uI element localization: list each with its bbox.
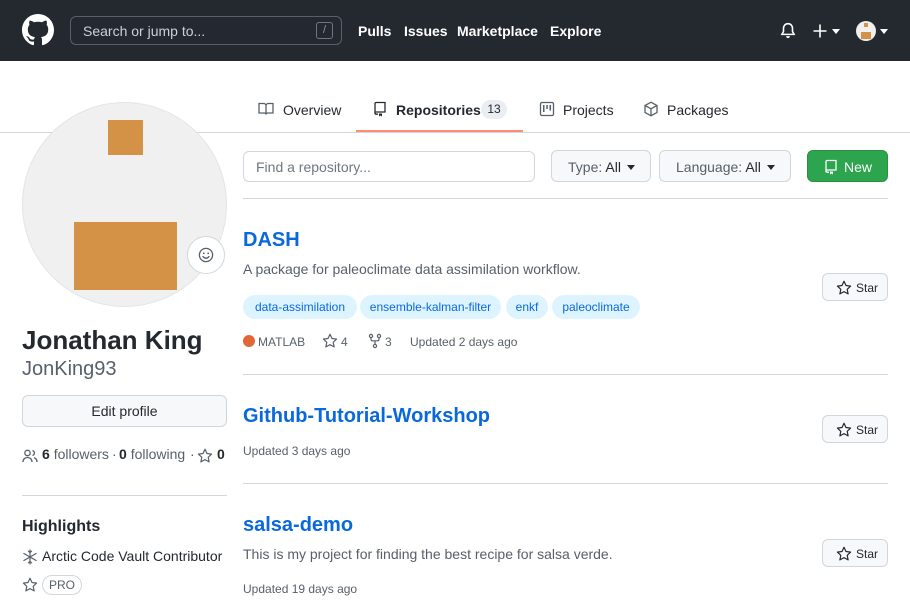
star-icon — [836, 546, 852, 561]
language-filter-key: Language: — [676, 159, 743, 175]
repo-updated: Updated 19 days ago — [243, 582, 358, 596]
list-divider — [243, 198, 888, 199]
follow-separator: · — [112, 446, 117, 462]
following-link[interactable]: 0 following — [119, 446, 185, 462]
tab-overview-label: Overview — [283, 102, 342, 118]
sidebar-divider — [22, 495, 227, 496]
followers-link[interactable]: 6 followers — [42, 446, 109, 462]
repo-stars-count[interactable]: 4 — [341, 335, 348, 349]
search-input[interactable]: Search or jump to... / — [70, 16, 342, 45]
bell-icon[interactable] — [779, 22, 797, 40]
star-icon[interactable] — [322, 333, 338, 349]
nav-pulls[interactable]: Pulls — [358, 23, 391, 39]
find-repository-placeholder: Find a repository... — [256, 159, 371, 175]
type-filter-dropdown[interactable]: Type: All — [551, 150, 651, 182]
tab-projects[interactable]: Projects — [539, 100, 614, 133]
search-placeholder: Search or jump to... — [83, 23, 206, 39]
avatar-pattern-block — [108, 120, 143, 155]
type-filter-label: Type: All — [568, 159, 621, 175]
star-button[interactable]: Star — [822, 539, 888, 567]
stars-count[interactable]: 0 — [217, 446, 225, 462]
star-button-label: Star — [856, 281, 879, 295]
people-icon — [22, 449, 38, 463]
tab-packages-label: Packages — [667, 102, 729, 118]
smiley-icon — [198, 247, 214, 263]
star-icon — [197, 448, 213, 463]
user-avatar[interactable] — [856, 21, 876, 41]
type-filter-key: Type: — [568, 159, 603, 175]
repo-forks-count[interactable]: 3 — [385, 335, 392, 349]
set-status-button[interactable] — [187, 236, 225, 274]
plus-icon[interactable] — [812, 23, 828, 39]
find-repository-input[interactable]: Find a repository... — [243, 151, 535, 182]
followers-count: 6 — [42, 446, 50, 462]
repo-name-link[interactable]: Github-Tutorial-Workshop — [243, 405, 490, 428]
repo-divider — [243, 483, 888, 484]
type-filter-value: All — [605, 159, 621, 175]
repo-divider — [243, 374, 888, 375]
avatar-pattern-block — [74, 222, 177, 290]
star-button[interactable]: Star — [822, 415, 888, 443]
repo-updated: Updated 2 days ago — [410, 335, 518, 349]
profile-username: JonKing93 — [22, 358, 117, 380]
repo-language: MATLAB — [258, 335, 306, 349]
repo-icon — [825, 159, 837, 175]
repo-updated: Updated 3 days ago — [243, 444, 351, 458]
star-button[interactable]: Star — [822, 273, 888, 301]
avatar-chevron-down-icon[interactable] — [880, 29, 888, 34]
following-count: 0 — [119, 446, 127, 462]
star-icon — [836, 422, 852, 437]
tab-projects-label: Projects — [563, 102, 614, 118]
language-color-dot — [243, 335, 255, 347]
top-header: Search or jump to... / Pulls Issues Mark… — [0, 0, 910, 61]
book-icon — [258, 102, 274, 115]
nav-marketplace[interactable]: Marketplace — [457, 23, 538, 39]
topic-tag[interactable]: paleoclimate — [552, 295, 640, 319]
followers-label: followers — [53, 446, 109, 462]
new-repository-button[interactable]: New — [807, 150, 888, 182]
language-filter-label: Language: All — [676, 159, 761, 175]
repositories-count-badge: 13 — [481, 100, 507, 119]
topic-tag[interactable]: ensemble-kalman-filter — [360, 295, 501, 319]
star-button-label: Star — [856, 547, 879, 561]
chevron-down-icon — [767, 165, 775, 170]
star-button-label: Star — [856, 423, 879, 437]
project-icon — [539, 101, 555, 117]
nav-explore[interactable]: Explore — [550, 23, 601, 39]
follow-separator: · — [190, 446, 195, 462]
search-shortcut-key: / — [316, 22, 333, 39]
topic-tag[interactable]: enkf — [506, 295, 548, 319]
tab-overview[interactable]: Overview — [258, 100, 343, 133]
snowflake-icon — [23, 549, 37, 565]
repo-icon — [374, 101, 386, 117]
language-filter-value: All — [745, 159, 761, 175]
profile-avatar[interactable] — [22, 102, 227, 307]
pro-badge: PRO — [42, 575, 82, 595]
tab-packages[interactable]: Packages — [643, 100, 729, 133]
repo-description: This is my project for finding the best … — [243, 546, 613, 562]
repo-name-link[interactable]: DASH — [243, 229, 300, 252]
tab-repositories-label: Repositories — [396, 102, 481, 118]
language-filter-dropdown[interactable]: Language: All — [659, 150, 791, 182]
chevron-down-icon — [627, 165, 635, 170]
nav-issues[interactable]: Issues — [404, 23, 448, 39]
plus-chevron-down-icon[interactable] — [832, 29, 840, 34]
package-icon — [644, 101, 658, 117]
new-button-label: New — [844, 159, 873, 175]
repo-description: A package for paleoclimate data assimila… — [243, 261, 581, 277]
highlights-title: Highlights — [22, 518, 101, 535]
active-tab-underline — [356, 130, 523, 132]
topic-tag[interactable]: data-assimilation — [243, 295, 357, 319]
star-icon — [22, 577, 38, 592]
edit-profile-button[interactable]: Edit profile — [22, 395, 227, 427]
repo-name-link[interactable]: salsa-demo — [243, 514, 353, 537]
star-icon — [836, 280, 852, 295]
fork-icon[interactable] — [367, 333, 383, 349]
following-label: following — [130, 446, 186, 462]
profile-full-name: Jonathan King — [22, 325, 203, 355]
github-logo-icon[interactable] — [22, 14, 54, 46]
highlight-arctic-vault[interactable]: Arctic Code Vault Contributor — [42, 548, 222, 564]
